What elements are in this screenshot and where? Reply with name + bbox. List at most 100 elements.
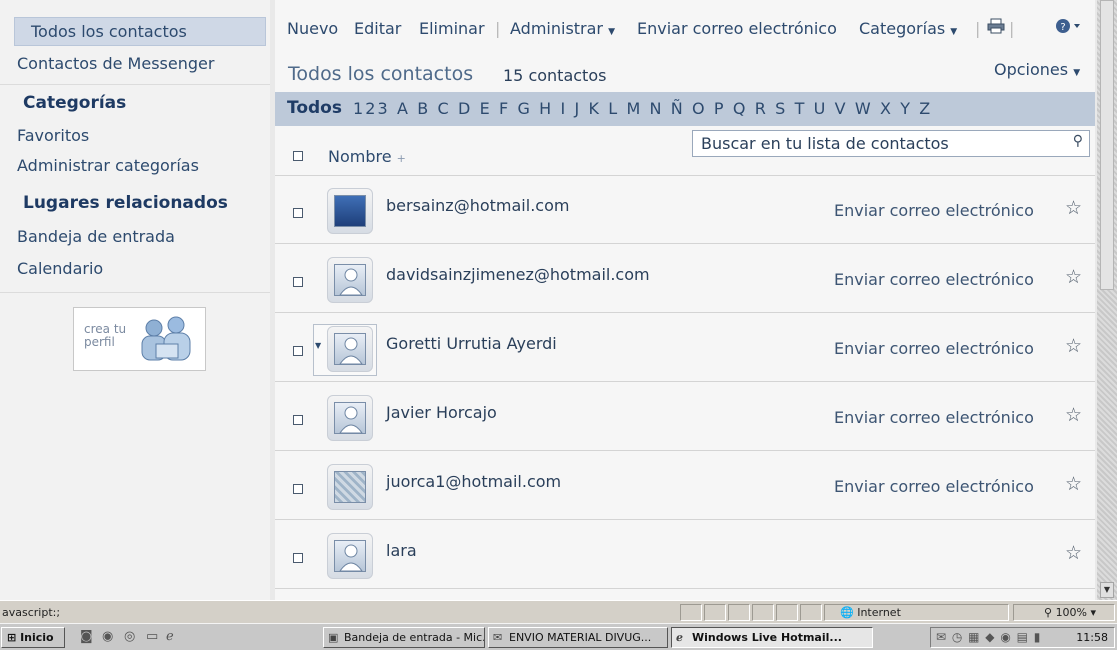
scrollbar-thumb[interactable]: [1100, 0, 1114, 290]
send-email-link[interactable]: Enviar correo electrónico: [834, 201, 1034, 220]
favorite-star-icon[interactable]: ☆: [1065, 473, 1082, 495]
zoom-value: 100%: [1055, 606, 1088, 619]
contact-checkbox[interactable]: [293, 415, 303, 425]
contact-avatar[interactable]: [327, 257, 373, 303]
favorite-star-icon[interactable]: ☆: [1065, 335, 1082, 357]
security-zone: 🌐 Internet: [840, 606, 901, 619]
contact-row[interactable]: Javier Horcajo Enviar correo electrónico…: [275, 383, 1095, 451]
favorite-star-icon[interactable]: ☆: [1065, 542, 1082, 564]
search-contacts-box[interactable]: Buscar en tu lista de contactos ⚲: [692, 130, 1090, 157]
contact-name[interactable]: davidsainzjimenez@hotmail.com: [386, 265, 650, 284]
show-desktop-icon[interactable]: ◙: [80, 629, 93, 644]
person-silhouette-icon: [339, 406, 363, 434]
status-cell: [728, 604, 750, 621]
globe-icon: 🌐: [840, 606, 854, 619]
send-email-link[interactable]: Enviar correo electrónico: [834, 339, 1034, 358]
svg-text:?: ?: [1060, 22, 1065, 33]
send-email-button[interactable]: Enviar correo electrónico: [637, 19, 837, 38]
sidebar-divider: [0, 84, 270, 85]
chevron-down-icon[interactable]: ▼: [315, 341, 321, 350]
chevron-down-icon: ▼: [950, 27, 958, 37]
status-cell: [800, 604, 822, 621]
toolbar-divider: |: [495, 19, 501, 38]
scroll-down-arrow-icon[interactable]: ▼: [1100, 582, 1114, 598]
person-silhouette-icon: [339, 544, 363, 572]
sidebar-item-messenger-contacts[interactable]: Contactos de Messenger: [17, 54, 214, 73]
task-label: Bandeja de entrada - Mic...: [344, 631, 485, 644]
windows-taskbar: ⊞ Inicio ◙ ◉ ◎ ▭ ℯ ▣ Bandeja de entrada -…: [0, 623, 1117, 650]
alphabet-filter-all[interactable]: Todos: [287, 98, 342, 118]
contact-row[interactable]: ▼ Goretti Urrutia Ayerdi Enviar correo e…: [275, 314, 1095, 382]
edit-button[interactable]: Editar: [354, 19, 401, 38]
contact-checkbox[interactable]: [293, 553, 303, 563]
contact-checkbox[interactable]: [293, 277, 303, 287]
tray-icons[interactable]: ✉ ◷ ▦ ◆ ◉ ▤ ▮: [936, 630, 1041, 644]
status-cell: [776, 604, 798, 621]
contact-checkbox[interactable]: [293, 208, 303, 218]
taskbar-item-inbox[interactable]: ▣ Bandeja de entrada - Mic...: [323, 627, 485, 648]
ie-icon: ℯ: [676, 631, 683, 644]
create-profile-text: crea tu perfil: [84, 322, 127, 349]
send-email-link[interactable]: Enviar correo electrónico: [834, 270, 1034, 289]
clock: 11:58: [1076, 631, 1108, 644]
chevron-down-icon: ▼: [1073, 68, 1081, 78]
zoom-level[interactable]: ⚲ 100% ▾: [1044, 606, 1096, 619]
favorite-star-icon[interactable]: ☆: [1065, 266, 1082, 288]
create-profile-card[interactable]: crea tu perfil: [73, 307, 206, 371]
search-icon[interactable]: ⚲: [1073, 133, 1083, 149]
manage-label: Administrar: [510, 19, 604, 38]
favorite-star-icon[interactable]: ☆: [1065, 197, 1082, 219]
person-silhouette-icon: [339, 268, 363, 296]
contact-row[interactable]: lara ☆: [275, 521, 1095, 589]
help-icon[interactable]: ?: [1055, 18, 1083, 38]
sidebar-item-favorites[interactable]: Favoritos: [17, 126, 89, 145]
send-email-link[interactable]: Enviar correo electrónico: [834, 477, 1034, 496]
contact-avatar[interactable]: [327, 395, 373, 441]
sidebar-heading-categories: Categorías: [23, 93, 127, 113]
sidebar-item-all-contacts[interactable]: Todos los contactos: [14, 17, 266, 46]
contact-avatar[interactable]: [327, 464, 373, 510]
categories-label: Categorías: [859, 19, 946, 38]
alphabet-filter-letters[interactable]: 123 A B C D E F G H I J K L M N Ñ O P Q …: [353, 99, 932, 118]
contact-avatar[interactable]: [327, 533, 373, 579]
ie-icon[interactable]: ℯ: [166, 629, 174, 644]
contact-row[interactable]: juorca1@hotmail.com Enviar correo electr…: [275, 452, 1095, 520]
printer-icon[interactable]: [987, 18, 1005, 38]
name-column-header[interactable]: Nombre +: [328, 147, 406, 166]
contacts-main-panel: Nuevo Editar Eliminar | Administrar ▼ En…: [275, 0, 1095, 612]
contact-name[interactable]: Javier Horcajo: [386, 403, 497, 422]
send-email-link[interactable]: Enviar correo electrónico: [834, 408, 1034, 427]
contact-row-partial: [275, 590, 1095, 612]
favorite-star-icon[interactable]: ☆: [1065, 404, 1082, 426]
contact-row[interactable]: bersainz@hotmail.com Enviar correo elect…: [275, 176, 1095, 244]
contact-name[interactable]: Goretti Urrutia Ayerdi: [386, 334, 557, 353]
media-player-icon[interactable]: ◉: [102, 629, 113, 644]
sidebar-item-manage-categories[interactable]: Administrar categorías: [17, 156, 199, 175]
browser-icon[interactable]: ◎: [124, 629, 135, 644]
contact-count: 15 contactos: [503, 66, 607, 85]
select-all-checkbox[interactable]: [293, 151, 303, 161]
contact-checkbox[interactable]: [293, 484, 303, 494]
sort-icon: +: [396, 152, 406, 165]
contact-name[interactable]: juorca1@hotmail.com: [386, 472, 561, 491]
contact-avatar[interactable]: [327, 188, 373, 234]
folder-icon[interactable]: ▭: [146, 629, 158, 644]
contact-name[interactable]: lara: [386, 541, 417, 560]
taskbar-item-hotmail[interactable]: ℯ Windows Live Hotmail...: [671, 627, 873, 648]
search-input[interactable]: Buscar en tu lista de contactos: [701, 134, 949, 153]
taskbar-item-mail[interactable]: ✉ ENVIO MATERIAL DIVUG...: [488, 627, 668, 648]
options-menu[interactable]: Opciones ▼: [994, 60, 1080, 79]
sidebar-item-inbox[interactable]: Bandeja de entrada: [17, 227, 175, 246]
contact-name[interactable]: bersainz@hotmail.com: [386, 196, 569, 215]
contact-checkbox[interactable]: [293, 346, 303, 356]
start-button[interactable]: ⊞ Inicio: [1, 627, 65, 648]
sidebar-item-calendar[interactable]: Calendario: [17, 259, 103, 278]
new-button[interactable]: Nuevo: [287, 19, 338, 38]
contact-row[interactable]: davidsainzjimenez@hotmail.com Enviar cor…: [275, 245, 1095, 313]
manage-menu[interactable]: Administrar ▼: [510, 19, 615, 38]
categories-menu[interactable]: Categorías ▼: [859, 19, 957, 38]
contact-avatar[interactable]: [327, 326, 373, 372]
task-label: Windows Live Hotmail...: [692, 631, 842, 644]
vertical-scrollbar[interactable]: ▼: [1097, 0, 1117, 600]
delete-button[interactable]: Eliminar: [419, 19, 485, 38]
